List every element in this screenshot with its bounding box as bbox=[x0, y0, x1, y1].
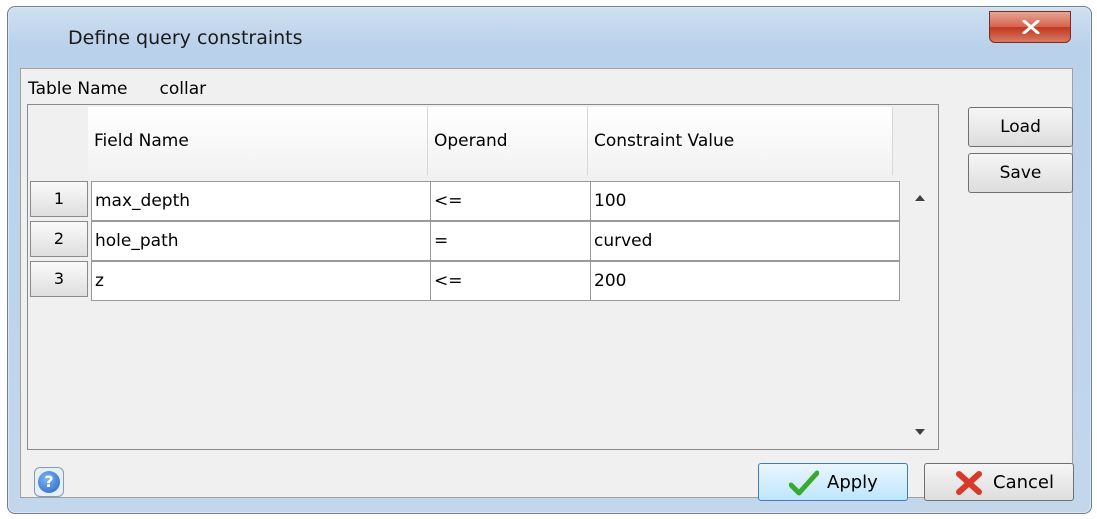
constraint-value-cell[interactable]: 200 bbox=[590, 261, 900, 301]
operand-cell[interactable]: = bbox=[430, 221, 591, 261]
apply-label: Apply bbox=[827, 472, 878, 493]
table-name-label: Table Name bbox=[28, 79, 128, 99]
cancel-label: Cancel bbox=[993, 472, 1054, 493]
close-button[interactable] bbox=[989, 11, 1071, 43]
constraint-value-cell[interactable]: 100 bbox=[590, 181, 900, 221]
window-title: Define query constraints bbox=[68, 27, 303, 49]
cancel-button[interactable]: Cancel bbox=[924, 463, 1074, 501]
load-button[interactable]: Load bbox=[968, 107, 1073, 147]
operand-cell[interactable]: <= bbox=[430, 181, 591, 221]
column-header-operand[interactable]: Operand bbox=[428, 107, 588, 175]
apply-button[interactable]: Apply bbox=[758, 463, 908, 501]
checkmark-icon bbox=[789, 470, 819, 496]
save-button[interactable]: Save bbox=[968, 153, 1073, 193]
x-icon bbox=[956, 471, 982, 495]
operand-cell[interactable]: <= bbox=[430, 261, 591, 301]
help-icon: ? bbox=[38, 471, 60, 493]
column-header-constraint-value[interactable]: Constraint Value bbox=[588, 107, 893, 175]
arrow-down-icon[interactable] bbox=[915, 429, 925, 435]
help-button[interactable]: ? bbox=[34, 467, 64, 497]
field-name-cell[interactable]: hole_path bbox=[91, 221, 431, 261]
constraints-grid: Field Name Operand Constraint Value 1 ma… bbox=[27, 104, 939, 450]
row-header-2[interactable]: 2 bbox=[30, 221, 88, 257]
table-name-row: Table Name collar bbox=[28, 79, 206, 99]
row-header-1[interactable]: 1 bbox=[30, 181, 88, 217]
constraint-value-cell[interactable]: curved bbox=[590, 221, 900, 261]
column-header-field-name[interactable]: Field Name bbox=[88, 107, 428, 175]
row-header-3[interactable]: 3 bbox=[30, 261, 88, 297]
close-icon bbox=[1022, 20, 1040, 34]
arrow-up-icon[interactable] bbox=[915, 195, 925, 201]
vertical-scrollbar[interactable] bbox=[903, 179, 937, 449]
table-name-value: collar bbox=[159, 79, 207, 99]
field-name-cell[interactable]: max_depth bbox=[91, 181, 431, 221]
field-name-cell[interactable]: z bbox=[91, 261, 431, 301]
